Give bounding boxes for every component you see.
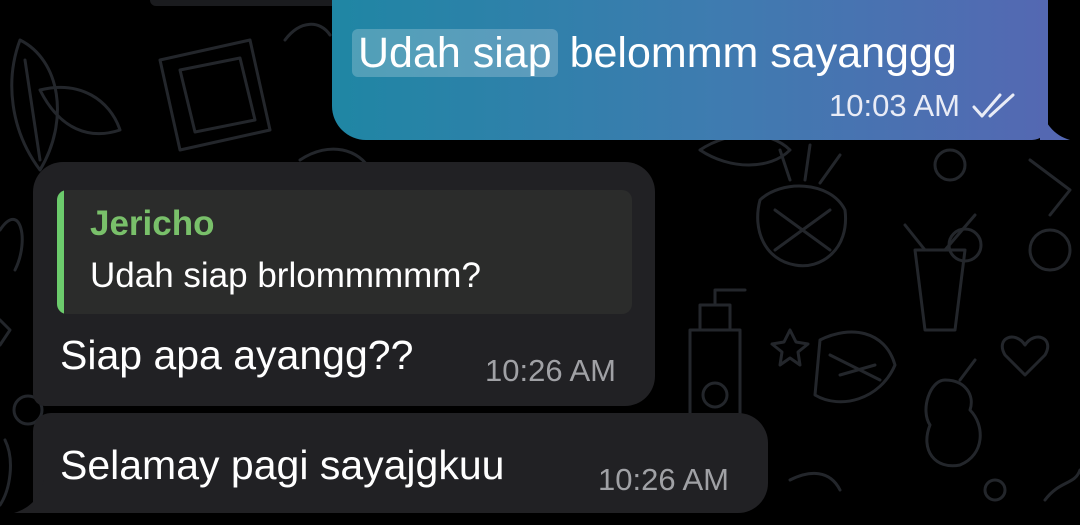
incoming-message-time: 10:26 AM (598, 462, 729, 497)
glass-doodle (913, 248, 967, 332)
bag-doodle (158, 38, 272, 152)
shell-doodle (283, 22, 332, 42)
incoming-message-text: Selamay pagi sayajgkuu (60, 442, 505, 488)
highlighted-search-match: Udah siap (352, 29, 558, 77)
outgoing-bubble-tail (1040, 108, 1070, 140)
reply-quote[interactable]: Jericho Udah siap brlommmmm? (57, 190, 632, 314)
reply-accent-bar (57, 190, 64, 314)
outgoing-message-text-rest: belommm sayanggg (557, 29, 957, 77)
double-check-icon (970, 91, 1020, 121)
paw-doodle (983, 478, 1007, 502)
incoming-message-text: Siap apa ayangg?? (60, 332, 414, 378)
outgoing-message-time: 10:03 AM (829, 88, 960, 123)
ring-doodle (933, 148, 967, 182)
reply-quoted-text: Udah siap brlommmmm? (90, 256, 481, 295)
reply-sender-name: Jericho (90, 204, 215, 243)
star-doodle (0, 318, 12, 347)
outgoing-message-text: Udah siap belommm sayanggg (352, 28, 957, 78)
sun-doodle (701, 381, 729, 409)
surfboard-doodle (38, 85, 122, 136)
pear-doodle (924, 378, 982, 468)
outgoing-message-meta: 10:03 AM (829, 88, 1020, 124)
incoming-bubble-tail (14, 480, 44, 513)
heart-doodle (1001, 335, 1049, 377)
pineapple-doodle (756, 184, 848, 268)
incoming-message-time: 10:26 AM (485, 353, 616, 388)
sparkle-doodle (770, 328, 810, 367)
